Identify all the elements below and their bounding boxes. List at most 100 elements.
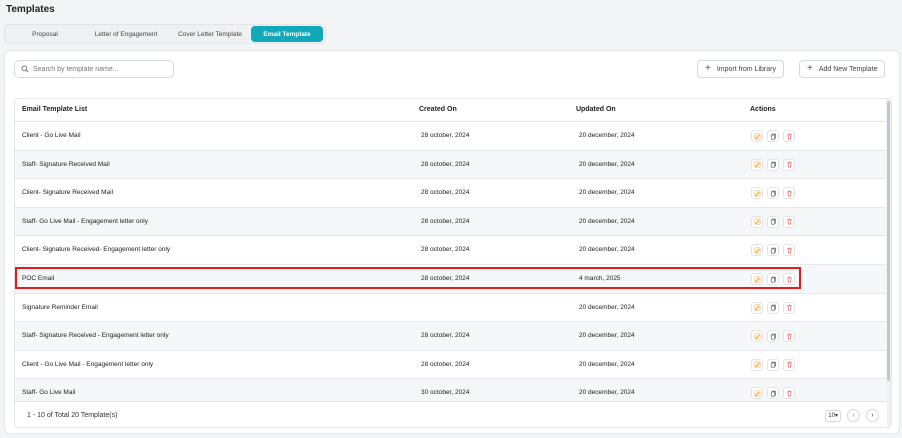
chevron-right-icon: › <box>871 412 874 419</box>
template-name: Staff- Go Live Mail <box>22 389 76 397</box>
trash-icon <box>786 247 793 254</box>
created-on: 28 october, 2024 <box>421 160 470 168</box>
updated-on: 20 december, 2024 <box>579 160 635 168</box>
table-row[interactable]: POC Email 28 october, 2024 4 march, 2025 <box>15 265 887 294</box>
templates-card: + Import from Library + Add New Template… <box>4 50 900 434</box>
created-on: 28 october, 2024 <box>421 275 470 282</box>
row-actions <box>751 215 795 228</box>
delete-button[interactable] <box>783 273 795 285</box>
created-on: 28 october, 2024 <box>421 246 470 254</box>
template-tabs: Proposal Letter of Engagement Cover Lett… <box>4 24 326 44</box>
copy-button[interactable] <box>767 358 779 371</box>
copy-icon <box>770 390 777 397</box>
edit-button[interactable] <box>751 158 763 171</box>
edit-button[interactable] <box>751 130 763 142</box>
template-name: POC Email <box>22 275 55 282</box>
created-on: 28 october, 2024 <box>421 132 470 139</box>
template-name: Staff- Signature Received Mail <box>22 160 110 168</box>
copy-icon <box>770 218 777 225</box>
edit-button[interactable] <box>751 215 763 228</box>
updated-on: 20 december, 2024 <box>579 217 635 225</box>
table-scrollbar[interactable] <box>886 99 891 427</box>
delete-button[interactable] <box>783 187 795 200</box>
delete-button[interactable] <box>783 215 795 228</box>
copy-icon <box>770 133 777 140</box>
delete-button[interactable] <box>783 130 795 142</box>
updated-on: 20 december, 2024 <box>579 132 635 139</box>
tab-email-template[interactable]: Email Template <box>251 26 323 42</box>
copy-button[interactable] <box>767 301 779 314</box>
table-row[interactable]: Staff- Signature Received Mail 28 october… <box>15 150 887 180</box>
table-row[interactable]: Client - Go Live Mail - Engagement lette… <box>15 351 887 380</box>
edit-button[interactable] <box>751 387 763 400</box>
delete-button[interactable] <box>783 358 795 371</box>
copy-icon <box>770 276 777 283</box>
prev-page-button[interactable]: ‹ <box>847 409 860 422</box>
row-actions <box>751 158 795 171</box>
copy-icon <box>770 304 777 311</box>
search-icon <box>21 65 29 73</box>
updated-on: 20 december, 2024 <box>579 360 635 368</box>
table-row[interactable]: Client- Signature Received Mail 28 octobe… <box>15 179 887 208</box>
column-header-name: Email Template List <box>22 106 88 113</box>
table-row[interactable]: Staff- Signature Received - Engagement l… <box>15 322 887 351</box>
delete-button[interactable] <box>783 158 795 171</box>
created-on: 28 october, 2024 <box>421 189 470 197</box>
trash-icon <box>786 333 793 340</box>
copy-button[interactable] <box>767 273 779 285</box>
delete-button[interactable] <box>783 244 795 257</box>
edit-icon <box>754 218 761 225</box>
copy-button[interactable] <box>767 187 779 200</box>
next-page-button[interactable]: › <box>866 409 879 422</box>
page-size-value: 10 <box>828 412 835 419</box>
edit-icon <box>754 161 761 168</box>
table-header: Email Template List Created On Updated O… <box>15 99 887 122</box>
delete-button[interactable] <box>783 330 795 343</box>
search-box[interactable] <box>14 60 174 78</box>
copy-button[interactable] <box>767 387 779 400</box>
trash-icon <box>786 161 793 168</box>
row-actions <box>751 273 795 285</box>
trash-icon <box>786 390 793 397</box>
copy-button[interactable] <box>767 244 779 257</box>
table-row[interactable]: Staff- Go Live Mail - Engagement letter … <box>15 207 887 237</box>
row-actions <box>751 244 795 257</box>
copy-button[interactable] <box>767 130 779 142</box>
template-name: Staff- Signature Received - Engagement l… <box>22 332 169 340</box>
edit-icon <box>754 333 761 340</box>
search-input[interactable] <box>33 65 173 73</box>
row-actions <box>751 301 795 314</box>
import-from-library-label: Import from Library <box>716 65 776 73</box>
tab-cover-letter-template[interactable]: Cover Letter Template <box>169 26 251 42</box>
tab-proposal[interactable]: Proposal <box>7 26 83 42</box>
edit-button[interactable] <box>751 244 763 257</box>
scrollbar-thumb[interactable] <box>887 101 890 381</box>
trash-icon <box>786 218 793 225</box>
template-name: Staff- Go Live Mail - Engagement letter … <box>22 217 148 225</box>
import-from-library-button[interactable]: + Import from Library <box>697 60 784 78</box>
column-header-updated: Updated On <box>576 106 616 113</box>
table-row[interactable]: Client- Signature Received- Engagement l… <box>15 236 887 265</box>
edit-button[interactable] <box>751 273 763 285</box>
edit-button[interactable] <box>751 301 763 314</box>
edit-button[interactable] <box>751 330 763 343</box>
chevron-left-icon: ‹ <box>852 412 855 419</box>
copy-button[interactable] <box>767 330 779 343</box>
copy-button[interactable] <box>767 215 779 228</box>
template-name: Client - Go Live Mail - Engagement lette… <box>22 360 154 368</box>
updated-on: 20 december, 2024 <box>579 332 635 340</box>
delete-button[interactable] <box>783 387 795 400</box>
copy-button[interactable] <box>767 158 779 171</box>
page-size-select[interactable]: 10 ▾ <box>825 409 841 422</box>
created-on: 28 october, 2024 <box>421 217 470 225</box>
tab-letter-of-engagement[interactable]: Letter of Engagement <box>83 26 169 42</box>
delete-button[interactable] <box>783 301 795 314</box>
add-new-template-button[interactable]: + Add New Template <box>799 60 886 78</box>
edit-button[interactable] <box>751 358 763 371</box>
table-row[interactable]: Signature Reminder Email 20 december, 202… <box>15 294 887 323</box>
edit-button[interactable] <box>751 187 763 200</box>
pagination: 10 ▾ ‹ › <box>825 409 879 422</box>
updated-on: 20 december, 2024 <box>579 189 635 197</box>
row-actions <box>751 187 795 200</box>
table-row[interactable]: Client - Go Live Mail 28 october, 2024 20 … <box>15 122 887 151</box>
